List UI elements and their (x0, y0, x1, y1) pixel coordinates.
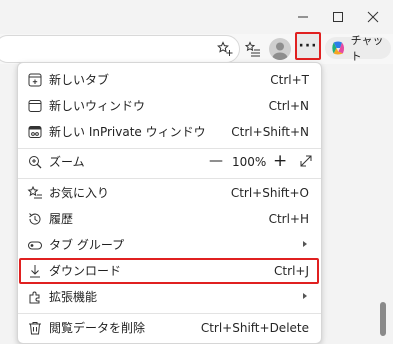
minimize-icon (298, 16, 308, 18)
maximize-button[interactable] (318, 0, 358, 34)
menu-item-label: 新しいウィンドウ (49, 99, 146, 113)
address-bar[interactable] (0, 35, 240, 63)
menu-item-history[interactable]: 履歴 Ctrl+H (18, 206, 321, 232)
menu-item-label: 閲覧データを削除 (49, 321, 146, 335)
fullscreen-icon[interactable] (299, 154, 313, 168)
menu-item-label: 新しいタブ (49, 73, 110, 87)
menu-item-shortcut: Ctrl+H (268, 212, 309, 226)
title-bar (0, 0, 393, 34)
inprivate-icon (28, 126, 42, 138)
star-add-icon (217, 41, 233, 56)
menu-item-label: 拡張機能 (49, 290, 98, 304)
favorites-icon (27, 185, 42, 199)
zoom-out-button[interactable]: — (209, 154, 223, 168)
close-button[interactable] (353, 0, 393, 34)
menu-item-label: ズーム (49, 155, 85, 169)
menu-divider (18, 178, 321, 179)
extensions-icon (29, 291, 40, 304)
menu-item-zoom: ズーム — 100% + (18, 149, 321, 175)
copilot-button[interactable]: チャット (325, 34, 391, 63)
minimize-button[interactable] (283, 0, 323, 34)
zoom-in-button[interactable]: + (273, 152, 287, 170)
close-icon (367, 11, 379, 23)
tab-groups-icon (28, 241, 42, 250)
menu-item-shortcut: Ctrl+Shift+Delete (200, 321, 309, 335)
menu-item-new-window[interactable]: 新しいウィンドウ Ctrl+N (18, 93, 321, 119)
menu-item-shortcut: Ctrl+Shift+O (230, 186, 309, 200)
downloads-highlight (19, 258, 319, 284)
menu-divider (18, 313, 321, 314)
menu-item-extensions[interactable]: 拡張機能 (18, 284, 321, 310)
menu-item-label: タブ グループ (49, 238, 125, 252)
new-tab-icon (28, 73, 42, 87)
copilot-label: チャット (350, 34, 384, 63)
person-icon (272, 42, 288, 60)
menu-item-tab-groups[interactable]: タブ グループ (18, 232, 321, 258)
delete-icon (29, 322, 41, 335)
zoom-icon (29, 156, 42, 169)
ellipsis-icon: ··· (298, 38, 318, 54)
settings-menu: 新しいタブ Ctrl+T 新しいウィンドウ Ctrl+N 新しい InPriva… (17, 62, 322, 344)
menu-item-inprivate-window[interactable]: 新しい InPrivate ウィンドウ Ctrl+Shift+N (18, 119, 321, 145)
menu-item-label: 新しい InPrivate ウィンドウ (49, 125, 206, 139)
favorites-list-icon (245, 41, 260, 57)
menu-item-shortcut: Ctrl+T (270, 73, 309, 87)
zoom-level: 100% (232, 155, 267, 169)
settings-and-more-button[interactable]: ··· (295, 32, 321, 60)
submenu-arrow-icon (303, 293, 307, 299)
copilot-icon (332, 41, 345, 55)
page-scrollbar-thumb[interactable] (380, 302, 386, 336)
menu-item-favorites[interactable]: お気に入り Ctrl+Shift+O (18, 180, 321, 206)
favorite-star-button[interactable] (214, 38, 236, 60)
menu-item-shortcut: Ctrl+N (268, 99, 309, 113)
menu-item-label: 履歴 (49, 212, 74, 226)
new-window-icon (28, 100, 42, 112)
maximize-icon (333, 12, 343, 22)
menu-item-new-tab[interactable]: 新しいタブ Ctrl+T (18, 67, 321, 93)
profile-avatar[interactable] (269, 38, 291, 60)
menu-item-shortcut: Ctrl+Shift+N (231, 125, 309, 139)
page-scrollbar-track[interactable] (380, 64, 393, 336)
menu-item-label: お気に入り (49, 186, 110, 200)
favorites-button[interactable] (242, 38, 264, 60)
submenu-arrow-icon (303, 241, 307, 247)
history-icon (29, 213, 41, 225)
menu-item-clear-browsing-data[interactable]: 閲覧データを削除 Ctrl+Shift+Delete (18, 315, 321, 341)
